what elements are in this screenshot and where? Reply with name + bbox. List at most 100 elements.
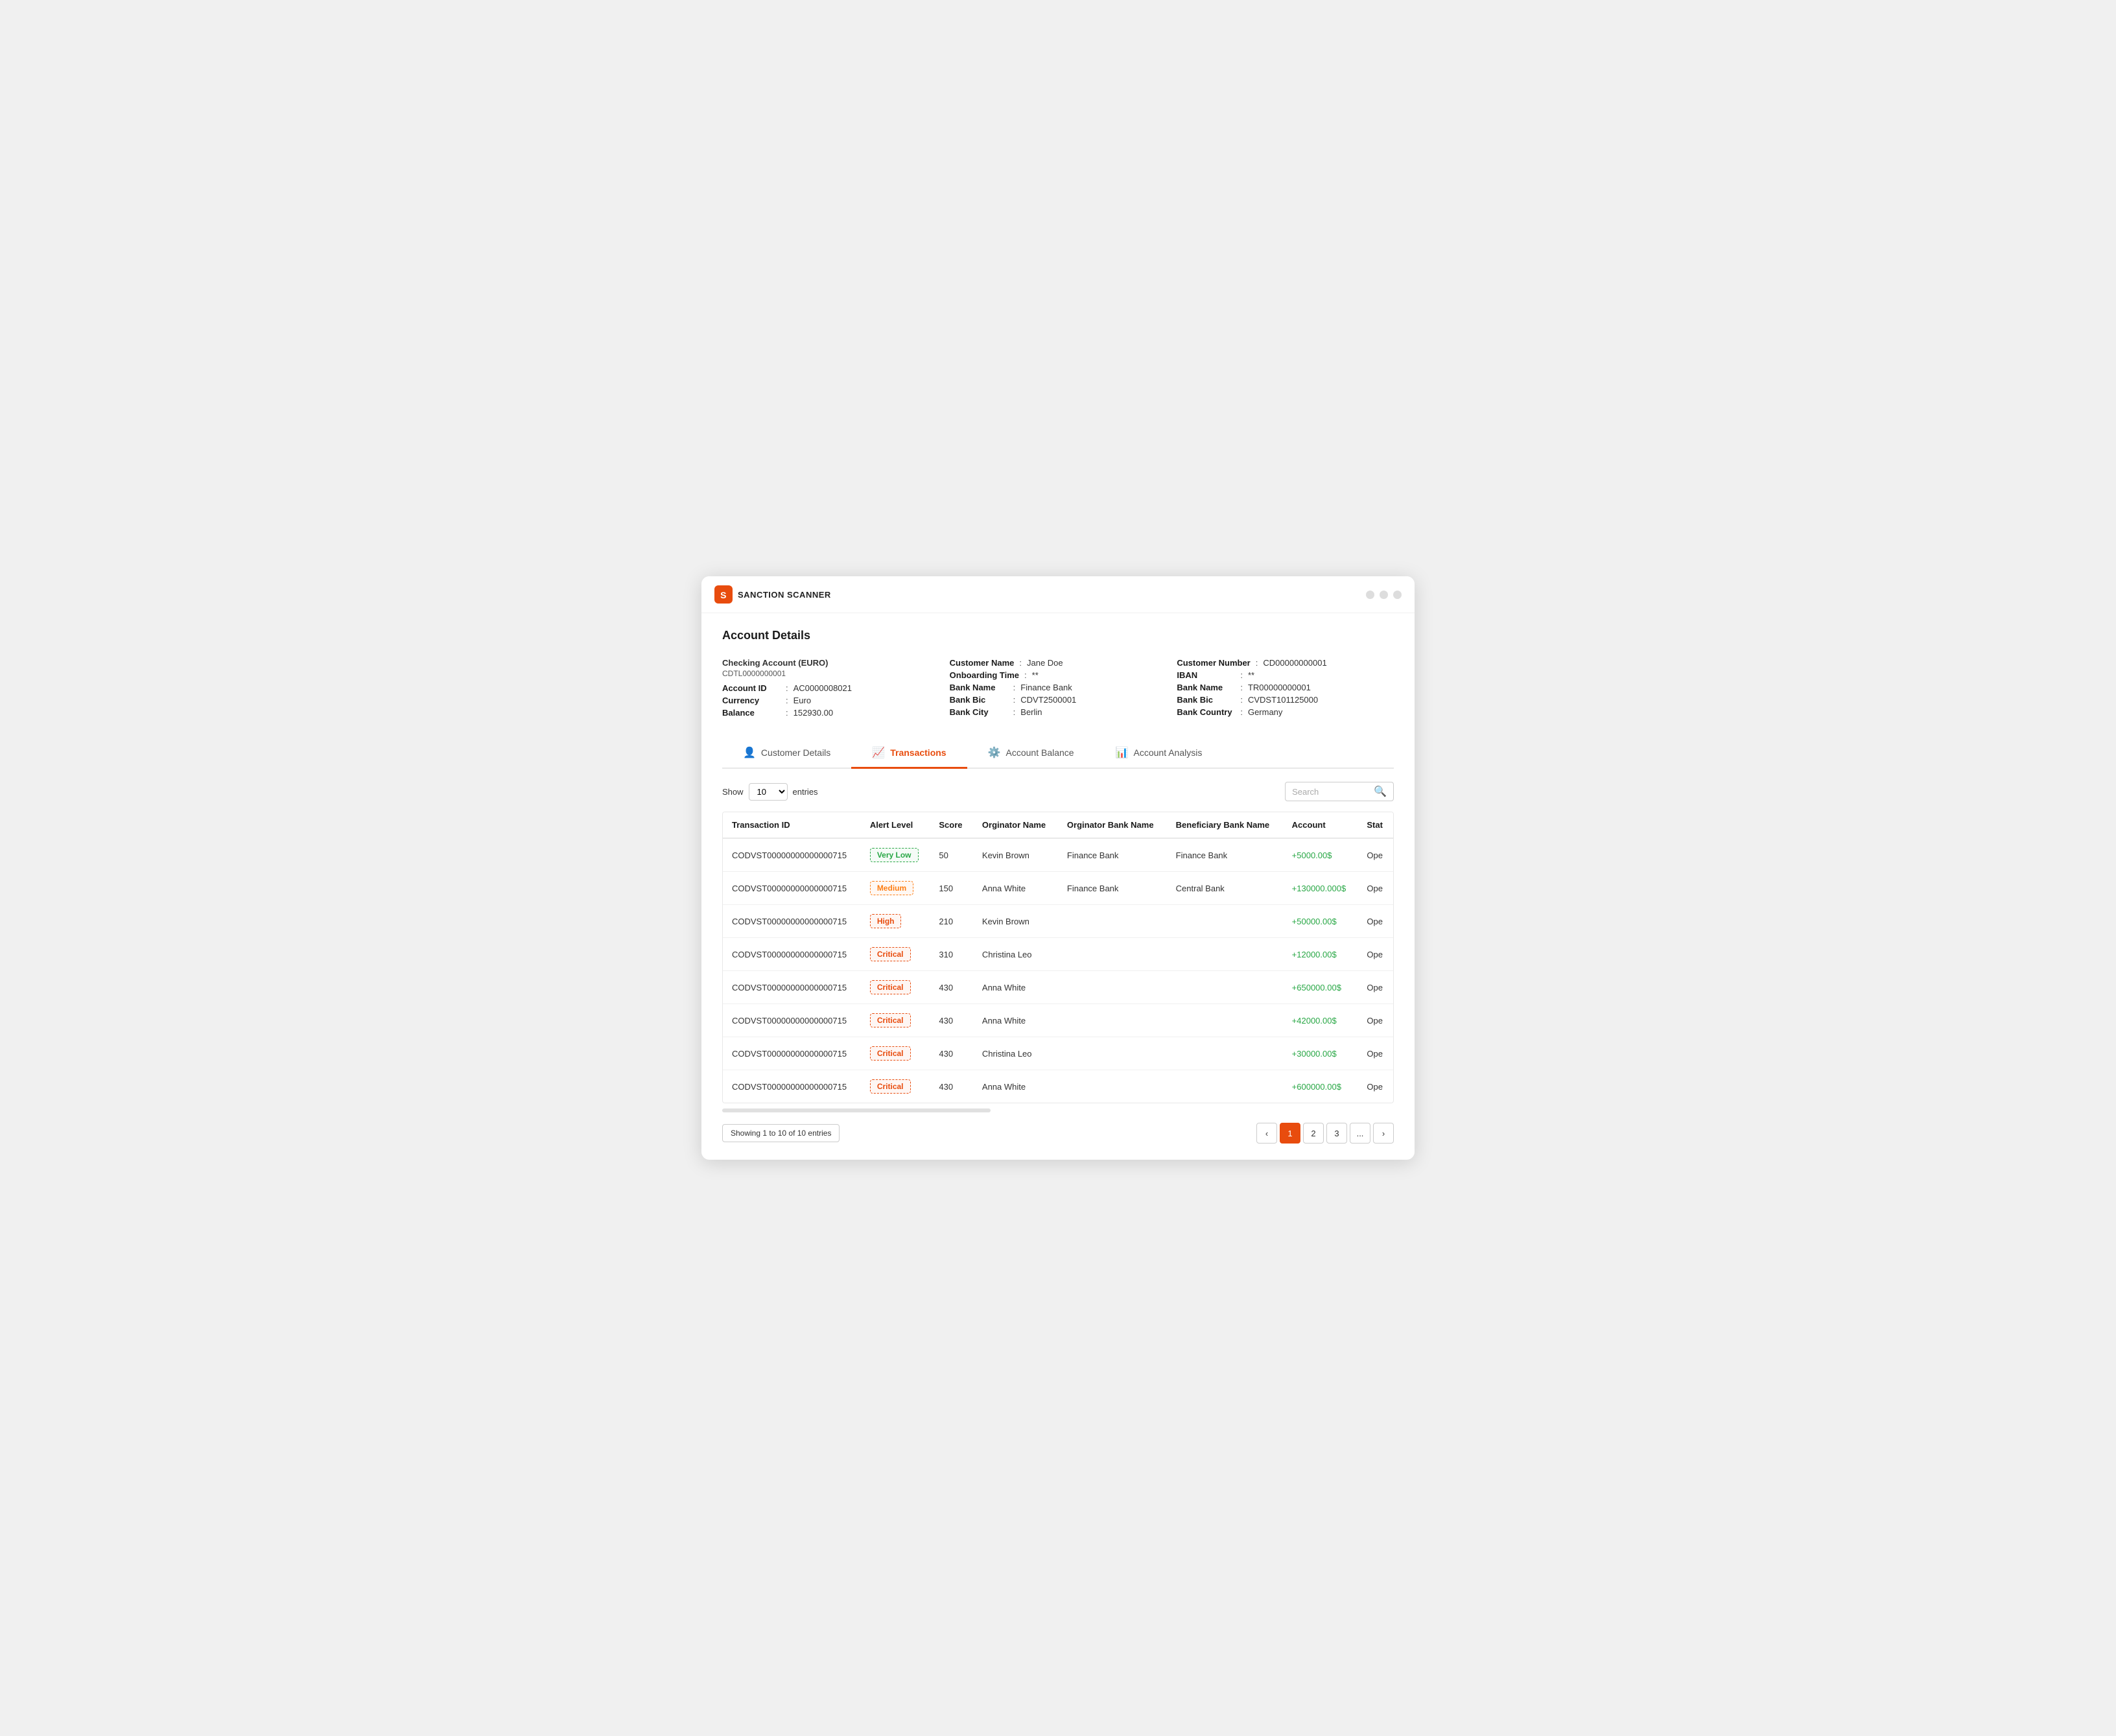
window-minimize[interactable]	[1380, 591, 1388, 599]
app-window: S SANCTION SCANNER Account Details Check…	[701, 576, 1415, 1160]
cell-originator-bank: Finance Bank	[1058, 838, 1167, 872]
table-row[interactable]: CODVST00000000000000715 Critical 430 Ann…	[723, 1004, 1393, 1037]
account-id-value: AC0000008021	[794, 683, 852, 693]
alert-badge: High	[870, 914, 902, 928]
cell-originator-bank	[1058, 1070, 1167, 1103]
cell-originator-name: Kevin Brown	[973, 838, 1058, 872]
window-maximize[interactable]	[1393, 591, 1402, 599]
table-row[interactable]: CODVST00000000000000715 Critical 310 Chr…	[723, 938, 1393, 971]
transactions-table-wrapper: Transaction ID Alert Level Score Orginat…	[722, 812, 1394, 1103]
alert-badge: Critical	[870, 1046, 911, 1061]
onboarding-time-label: Onboarding Time	[950, 670, 1019, 680]
alert-badge: Very Low	[870, 848, 919, 862]
alert-badge: Critical	[870, 1079, 911, 1094]
account-type: Checking Account (EURO)	[722, 658, 939, 668]
cell-alert-level: High	[861, 905, 930, 938]
cell-score: 430	[930, 1070, 973, 1103]
col-alert-level: Alert Level	[861, 812, 930, 838]
col-score: Score	[930, 812, 973, 838]
tab-customer-details-label: Customer Details	[761, 747, 830, 758]
title-bar: S SANCTION SCANNER	[701, 576, 1415, 613]
page-2-btn[interactable]: 2	[1303, 1123, 1324, 1144]
search-input[interactable]	[1292, 787, 1370, 797]
cell-alert-level: Critical	[861, 1004, 930, 1037]
bank-name-right-value: TR00000000001	[1248, 683, 1311, 692]
table-row[interactable]: CODVST00000000000000715 Very Low 50 Kevi…	[723, 838, 1393, 872]
cell-transaction-id: CODVST00000000000000715	[723, 872, 861, 905]
cell-status: Ope	[1358, 872, 1393, 905]
alert-badge: Critical	[870, 980, 911, 994]
cell-beneficiary-bank: Finance Bank	[1167, 838, 1283, 872]
table-header-row: Transaction ID Alert Level Score Orginat…	[723, 812, 1393, 838]
alert-badge: Critical	[870, 947, 911, 961]
tab-transactions[interactable]: 📈 Transactions	[851, 738, 967, 769]
cell-beneficiary-bank	[1167, 971, 1283, 1004]
page-1-btn[interactable]: 1	[1280, 1123, 1300, 1144]
cell-account: +50000.00$	[1283, 905, 1358, 938]
col-transaction-id: Transaction ID	[723, 812, 861, 838]
bank-bic-mid-value: CDVT2500001	[1020, 695, 1076, 705]
bank-country-label: Bank Country	[1177, 707, 1235, 717]
tab-account-analysis-label: Account Analysis	[1134, 747, 1203, 758]
cell-alert-level: Critical	[861, 1070, 930, 1103]
cell-alert-level: Critical	[861, 971, 930, 1004]
table-row[interactable]: CODVST00000000000000715 Medium 150 Anna …	[723, 872, 1393, 905]
bank-country-value: Germany	[1248, 707, 1282, 717]
cell-account: +12000.00$	[1283, 938, 1358, 971]
col-beneficiary-bank: Beneficiary Bank Name	[1167, 812, 1283, 838]
account-section-middle: Customer Name : Jane Doe Onboarding Time…	[950, 658, 1167, 720]
table-row[interactable]: CODVST00000000000000715 Critical 430 Ann…	[723, 971, 1393, 1004]
account-id-label: Account ID	[722, 683, 781, 693]
table-row[interactable]: CODVST00000000000000715 Critical 430 Chr…	[723, 1037, 1393, 1070]
app-name: SANCTION SCANNER	[738, 590, 831, 600]
bank-bic-right-value: CVDST101125000	[1248, 695, 1318, 705]
table-row[interactable]: CODVST00000000000000715 High 210 Kevin B…	[723, 905, 1393, 938]
cell-originator-bank	[1058, 938, 1167, 971]
customer-name-row: Customer Name : Jane Doe	[950, 658, 1167, 668]
window-close[interactable]	[1366, 591, 1374, 599]
tab-account-analysis[interactable]: 📊 Account Analysis	[1095, 738, 1223, 769]
showing-text: Showing 1 to 10 of 10 entries	[722, 1124, 840, 1142]
cell-account: +650000.00$	[1283, 971, 1358, 1004]
page-3-btn[interactable]: 3	[1326, 1123, 1347, 1144]
cell-status: Ope	[1358, 1004, 1393, 1037]
tab-account-balance[interactable]: ⚙️ Account Balance	[967, 738, 1095, 769]
cell-score: 50	[930, 838, 973, 872]
entries-select[interactable]: 10 25 50 100	[749, 783, 788, 801]
tab-account-balance-label: Account Balance	[1006, 747, 1074, 758]
cell-alert-level: Medium	[861, 872, 930, 905]
scrollbar-hint[interactable]	[722, 1108, 991, 1112]
table-row[interactable]: CODVST00000000000000715 Critical 430 Ann…	[723, 1070, 1393, 1103]
show-label: Show	[722, 787, 744, 797]
cell-transaction-id: CODVST00000000000000715	[723, 971, 861, 1004]
account-section-right: Customer Number : CD00000000001 IBAN : *…	[1177, 658, 1394, 720]
cell-account: +600000.00$	[1283, 1070, 1358, 1103]
bank-name-mid-value: Finance Bank	[1020, 683, 1072, 692]
cell-beneficiary-bank	[1167, 1070, 1283, 1103]
cell-status: Ope	[1358, 905, 1393, 938]
customer-number-value: CD00000000001	[1263, 658, 1326, 668]
currency-label: Currency	[722, 696, 781, 705]
account-analysis-icon: 📊	[1116, 746, 1129, 759]
bank-name-mid-row: Bank Name : Finance Bank	[950, 683, 1167, 692]
cell-alert-level: Critical	[861, 1037, 930, 1070]
page-prev-btn[interactable]: ‹	[1256, 1123, 1277, 1144]
main-content: Account Details Checking Account (EURO) …	[701, 613, 1415, 1159]
cell-originator-name: Anna White	[973, 1070, 1058, 1103]
cell-originator-bank	[1058, 1004, 1167, 1037]
cell-transaction-id: CODVST00000000000000715	[723, 905, 861, 938]
page-title: Account Details	[722, 629, 1394, 642]
tab-customer-details[interactable]: 👤 Customer Details	[722, 738, 851, 769]
table-footer: Showing 1 to 10 of 10 entries ‹ 1 2 3 ..…	[722, 1123, 1394, 1144]
transactions-icon: 📈	[872, 746, 885, 759]
cell-account: +30000.00$	[1283, 1037, 1358, 1070]
cell-originator-bank	[1058, 971, 1167, 1004]
cell-account: +5000.00$	[1283, 838, 1358, 872]
bank-name-right-row: Bank Name : TR00000000001	[1177, 683, 1394, 692]
page-next-btn[interactable]: ›	[1373, 1123, 1394, 1144]
page-dots-btn[interactable]: ...	[1350, 1123, 1370, 1144]
account-info: Checking Account (EURO) CDTL0000000001 A…	[722, 658, 1394, 720]
cell-score: 430	[930, 971, 973, 1004]
balance-label: Balance	[722, 708, 781, 718]
tabs-container: 👤 Customer Details 📈 Transactions ⚙️ Acc…	[722, 738, 1394, 769]
